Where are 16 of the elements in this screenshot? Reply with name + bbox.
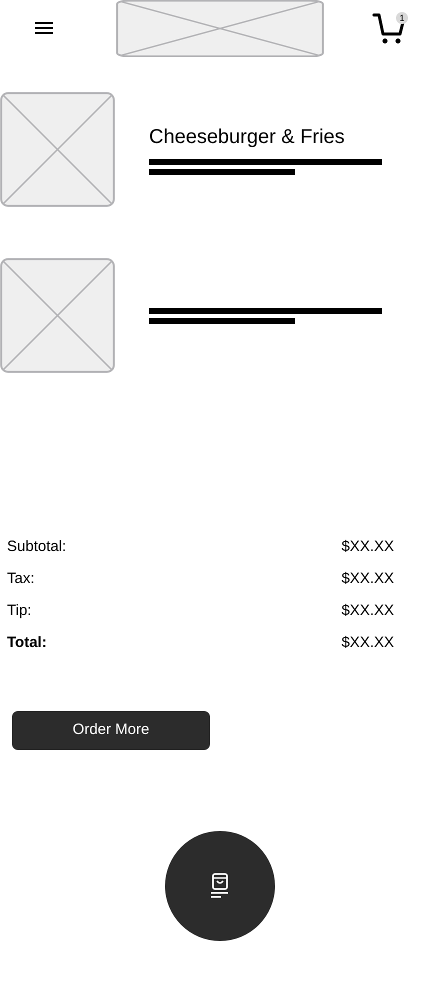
menu-button[interactable] xyxy=(34,20,54,36)
summary-amount: $XX.XX xyxy=(341,569,394,589)
summary-label: Tax: xyxy=(7,569,35,589)
cart-icon xyxy=(372,12,406,46)
summary-amount: $XX.XX xyxy=(341,537,394,557)
menu-icon xyxy=(35,22,53,34)
summary-label: Subtotal: xyxy=(7,537,66,557)
cart-button[interactable]: 1 xyxy=(372,12,408,46)
order-more-button[interactable]: Order More xyxy=(12,711,210,750)
summary-amount: $XX.XX xyxy=(341,601,394,621)
cart-badge: 1 xyxy=(396,12,408,24)
summary-label: Total: xyxy=(7,633,47,653)
summary-label: Tip: xyxy=(7,601,32,621)
item-title: Cheeseburger & Fries xyxy=(149,124,346,148)
shopping-bag-icon xyxy=(211,873,229,899)
summary-amount: $XX.XX xyxy=(341,633,394,653)
